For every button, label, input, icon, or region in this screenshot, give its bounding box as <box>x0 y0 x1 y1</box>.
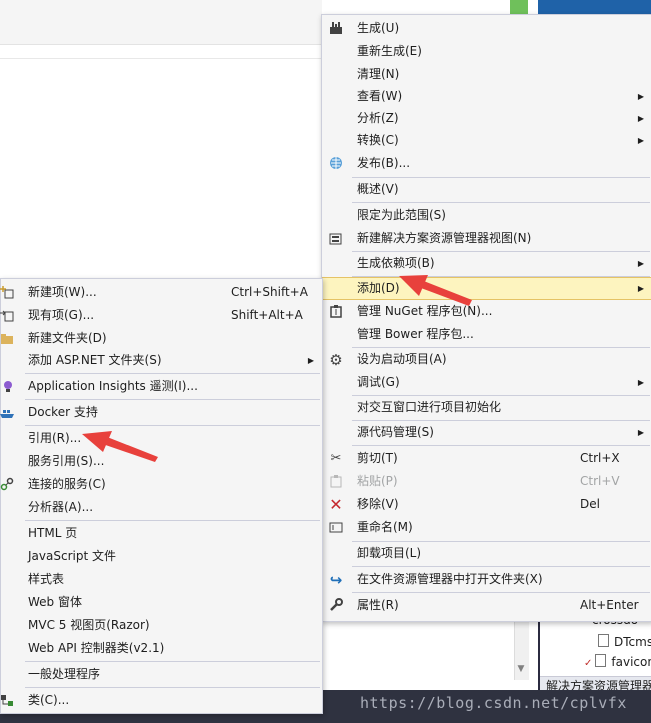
annotation-arrow-add <box>399 275 472 306</box>
annotation-layer <box>82 275 472 462</box>
annotation-arrow-reference <box>82 431 158 462</box>
